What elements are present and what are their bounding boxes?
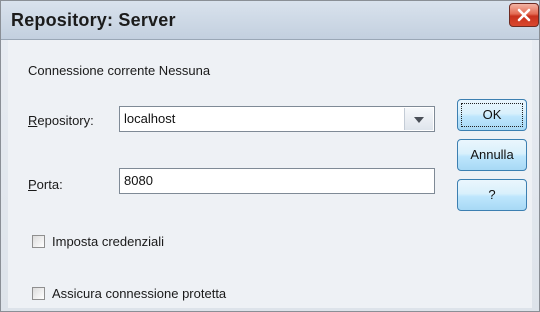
port-label: Porta: [28, 177, 63, 192]
close-icon [517, 8, 531, 22]
secure-connection-checkbox[interactable] [32, 287, 45, 300]
repository-dropdown-button[interactable] [404, 108, 433, 130]
ok-button[interactable]: OK [457, 99, 527, 131]
close-button[interactable] [509, 3, 539, 27]
repository-combobox[interactable]: localhost [119, 106, 435, 132]
port-input[interactable]: 8080 [119, 168, 435, 194]
window-title: Repository: Server [11, 10, 176, 30]
cancel-button[interactable]: Annulla [457, 139, 527, 171]
secure-connection-checkbox-label[interactable]: Assicura connessione protetta [52, 286, 226, 301]
help-button[interactable]: ? [457, 179, 527, 211]
title-bar: Repository: Server [1, 1, 539, 40]
repository-value: localhost [124, 111, 176, 126]
port-value: 8080 [124, 173, 153, 188]
chevron-down-icon [414, 117, 424, 123]
credentials-checkbox[interactable] [32, 235, 45, 248]
dialog-content: Connessione corrente Nessuna Repository:… [8, 40, 532, 308]
repository-label: Repository: [28, 113, 94, 128]
credentials-checkbox-label[interactable]: Imposta credenziali [52, 234, 164, 249]
connection-status: Connessione corrente Nessuna [28, 63, 211, 78]
